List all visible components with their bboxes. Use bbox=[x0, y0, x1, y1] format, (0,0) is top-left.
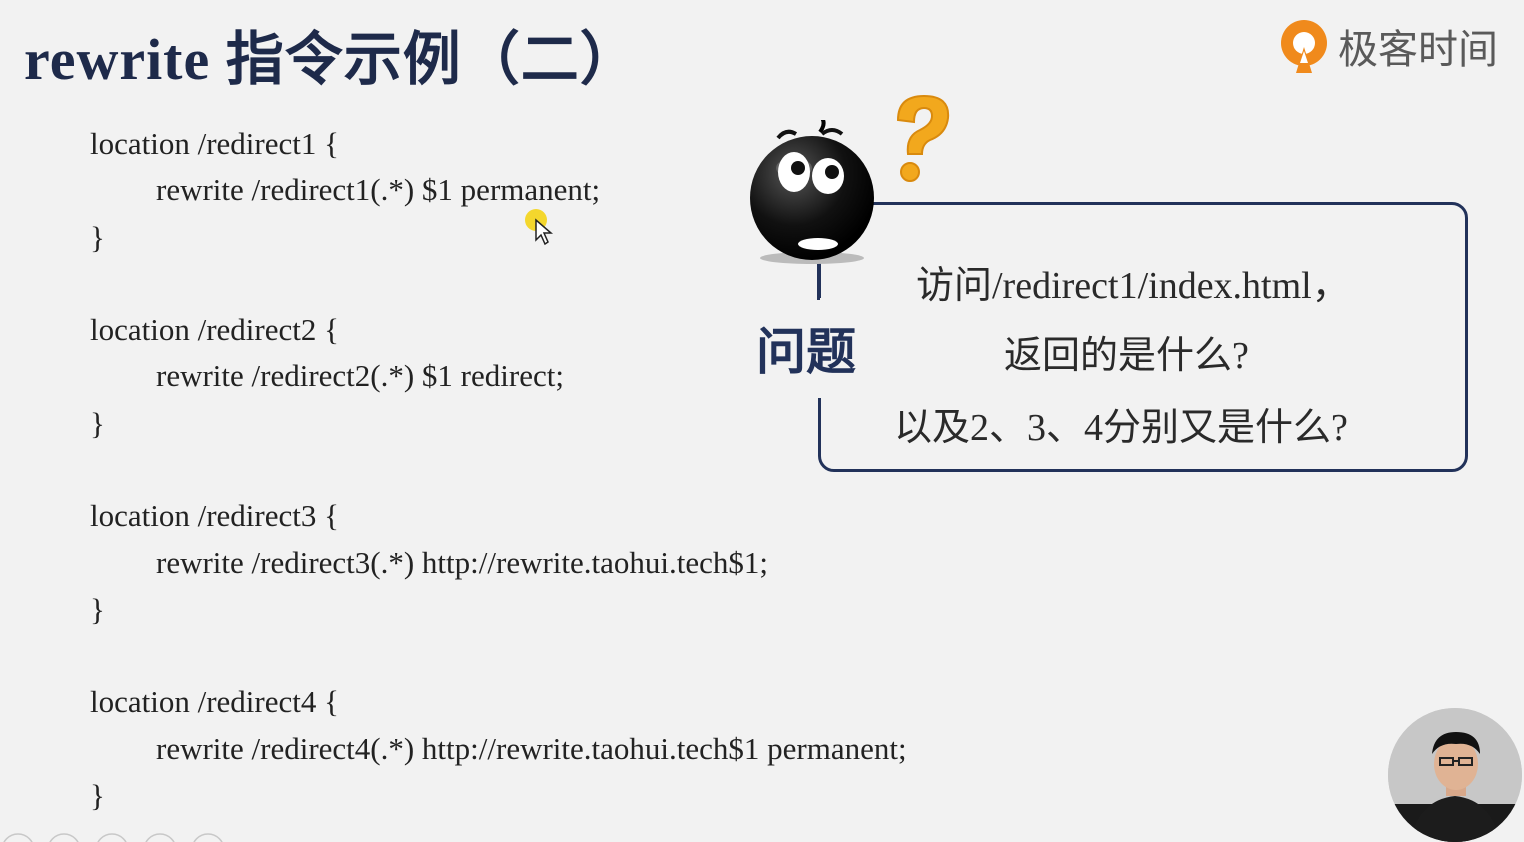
question-mark-icon bbox=[896, 94, 950, 182]
brand-logo: 极客时间 bbox=[1278, 16, 1498, 76]
code-line: location /redirect2 { bbox=[90, 312, 339, 347]
code-line: } bbox=[90, 592, 105, 627]
thinking-face-icon bbox=[750, 120, 874, 264]
slide-nav-dots bbox=[3, 833, 223, 842]
code-line: rewrite /redirect1(.*) $1 permanent; bbox=[156, 172, 601, 207]
code-line: } bbox=[90, 220, 105, 255]
code-line: } bbox=[90, 406, 105, 441]
code-line: location /redirect3 { bbox=[90, 498, 339, 533]
code-line: rewrite /redirect2(.*) $1 redirect; bbox=[156, 358, 564, 393]
brand-name: 极客时间 bbox=[1338, 27, 1498, 73]
code-line: rewrite /redirect3(.*) http://rewrite.ta… bbox=[156, 545, 769, 580]
code-line: location /redirect1 { bbox=[90, 126, 339, 161]
question-label: 问题 bbox=[756, 323, 856, 381]
question-line-2: 返回的是什么? bbox=[1004, 335, 1249, 377]
mouse-cursor-icon bbox=[525, 209, 554, 246]
question-line-3: 以及2、3、4分别又是什么? bbox=[894, 407, 1348, 449]
slide-title: rewrite 指令示例（二） bbox=[24, 27, 639, 92]
presenter-webcam bbox=[1388, 708, 1522, 842]
code-line: location /redirect4 { bbox=[90, 684, 339, 719]
presenter-avatar-icon bbox=[1388, 708, 1522, 842]
question-line-1: 访问/redirect1/index.html， bbox=[916, 265, 1350, 307]
code-line: } bbox=[90, 778, 105, 813]
code-line: rewrite /redirect4(.*) http://rewrite.ta… bbox=[156, 731, 907, 766]
geektime-logo-icon bbox=[1281, 20, 1327, 73]
